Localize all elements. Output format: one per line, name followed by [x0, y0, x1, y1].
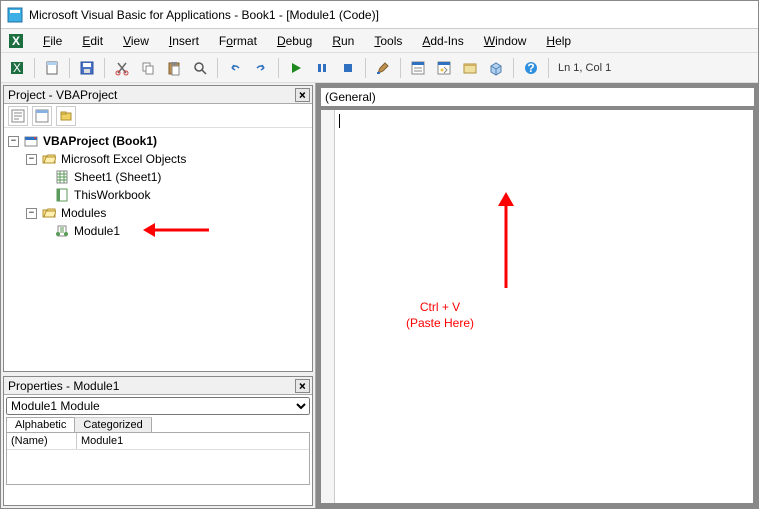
excel-app-icon: X — [7, 32, 25, 50]
help-icon[interactable]: ? — [519, 56, 543, 80]
tree-sheet1[interactable]: Sheet1 (Sheet1) — [8, 168, 308, 186]
svg-text:X: X — [13, 61, 21, 75]
folder-open-icon — [41, 205, 57, 221]
properties-object-selector[interactable]: Module1 Module — [6, 397, 310, 415]
tree-thisworkbook-label: ThisWorkbook — [74, 186, 150, 204]
module-icon — [54, 223, 70, 239]
tree-module1[interactable]: Module1 — [8, 222, 308, 240]
left-panels: Project - VBAProject × − VBAProject (Boo… — [1, 83, 316, 508]
code-margin — [321, 110, 335, 503]
collapse-icon[interactable]: − — [26, 154, 37, 165]
menu-addins[interactable]: Add-Ins — [414, 32, 471, 50]
tree-modules-label: Modules — [61, 204, 106, 222]
properties-window-icon[interactable] — [432, 56, 456, 80]
undo-icon[interactable] — [223, 56, 247, 80]
menu-insert[interactable]: Insert — [161, 32, 207, 50]
menu-edit[interactable]: Edit — [74, 32, 111, 50]
folder-open-icon — [41, 151, 57, 167]
menu-file[interactable]: File — [35, 32, 70, 50]
properties-grid[interactable]: (Name) Module1 — [6, 433, 310, 485]
tree-excel-objects-label: Microsoft Excel Objects — [61, 150, 186, 168]
menu-view[interactable]: View — [115, 32, 157, 50]
menu-format[interactable]: Format — [211, 32, 265, 50]
tree-excel-objects[interactable]: − Microsoft Excel Objects — [8, 150, 308, 168]
menu-window[interactable]: Window — [476, 32, 535, 50]
annotation-text: Ctrl + V (Paste Here) — [406, 300, 474, 331]
annotation-arrow-up — [491, 190, 521, 290]
menu-run[interactable]: Run — [324, 32, 362, 50]
reset-icon[interactable] — [336, 56, 360, 80]
property-name-label: (Name) — [7, 433, 77, 449]
menu-debug[interactable]: Debug — [269, 32, 320, 50]
project-mini-toolbar — [4, 104, 312, 128]
code-editor[interactable]: Ctrl + V (Paste Here) — [320, 109, 754, 504]
menu-help[interactable]: Help — [538, 32, 579, 50]
code-object-dropdown[interactable]: (General) — [320, 87, 754, 107]
code-object-label: (General) — [325, 90, 376, 104]
tree-root[interactable]: − VBAProject (Book1) — [8, 132, 308, 150]
svg-text:X: X — [12, 34, 20, 48]
close-icon[interactable]: × — [295, 379, 310, 393]
vba-project-icon — [23, 133, 39, 149]
save-icon[interactable] — [75, 56, 99, 80]
redo-icon[interactable] — [249, 56, 273, 80]
collapse-icon[interactable]: − — [8, 136, 19, 147]
cut-icon[interactable] — [110, 56, 134, 80]
properties-panel: Properties - Module1 × Module1 Module Al… — [3, 376, 313, 506]
toggle-folders-icon[interactable] — [56, 106, 76, 126]
project-explorer-icon[interactable] — [406, 56, 430, 80]
toolbox-icon[interactable] — [484, 56, 508, 80]
insert-module-icon[interactable] — [40, 56, 64, 80]
property-row-name[interactable]: (Name) Module1 — [7, 433, 309, 450]
property-name-value[interactable]: Module1 — [77, 433, 309, 449]
properties-tabs: Alphabetic Categorized — [6, 417, 310, 433]
tree-thisworkbook[interactable]: ThisWorkbook — [8, 186, 308, 204]
window-title: Microsoft Visual Basic for Applications … — [29, 8, 379, 22]
cursor-position: Ln 1, Col 1 — [554, 62, 615, 74]
copy-icon[interactable] — [136, 56, 160, 80]
menubar: X File Edit View Insert Format Debug Run… — [1, 29, 758, 53]
tab-alphabetic[interactable]: Alphabetic — [6, 417, 75, 432]
tree-sheet1-label: Sheet1 (Sheet1) — [74, 168, 161, 186]
main-area: Project - VBAProject × − VBAProject (Boo… — [1, 83, 758, 508]
toolbar: X ? Ln 1, Col 1 — [1, 53, 758, 83]
project-tree[interactable]: − VBAProject (Book1) − Microsoft Excel O… — [4, 128, 312, 371]
view-excel-icon[interactable]: X — [5, 56, 29, 80]
app-title-icon — [7, 7, 23, 23]
tree-root-label: VBAProject (Book1) — [43, 132, 157, 150]
design-mode-icon[interactable] — [371, 56, 395, 80]
project-panel-header: Project - VBAProject × — [4, 86, 312, 104]
tree-modules[interactable]: − Modules — [8, 204, 308, 222]
project-panel-title: Project - VBAProject — [8, 88, 117, 102]
text-cursor — [339, 114, 340, 128]
annotation-line2: (Paste Here) — [406, 316, 474, 332]
find-icon[interactable] — [188, 56, 212, 80]
paste-icon[interactable] — [162, 56, 186, 80]
sheet-icon — [54, 169, 70, 185]
code-window: (General) Ctrl + V (Paste Here) — [316, 83, 758, 508]
tab-categorized[interactable]: Categorized — [74, 417, 151, 432]
collapse-icon[interactable]: − — [26, 208, 37, 219]
properties-panel-header: Properties - Module1 × — [4, 377, 312, 395]
project-panel: Project - VBAProject × − VBAProject (Boo… — [3, 85, 313, 372]
annotation-line1: Ctrl + V — [406, 300, 474, 316]
object-browser-icon[interactable] — [458, 56, 482, 80]
menu-tools[interactable]: Tools — [366, 32, 410, 50]
workbook-icon — [54, 187, 70, 203]
titlebar: Microsoft Visual Basic for Applications … — [1, 1, 758, 29]
close-icon[interactable]: × — [295, 88, 310, 102]
properties-object-select[interactable]: Module1 Module — [6, 397, 310, 415]
run-icon[interactable] — [284, 56, 308, 80]
break-icon[interactable] — [310, 56, 334, 80]
view-object-icon[interactable] — [32, 106, 52, 126]
svg-text:?: ? — [527, 61, 534, 75]
tree-module1-label: Module1 — [74, 222, 120, 240]
view-code-icon[interactable] — [8, 106, 28, 126]
properties-panel-title: Properties - Module1 — [8, 379, 119, 393]
